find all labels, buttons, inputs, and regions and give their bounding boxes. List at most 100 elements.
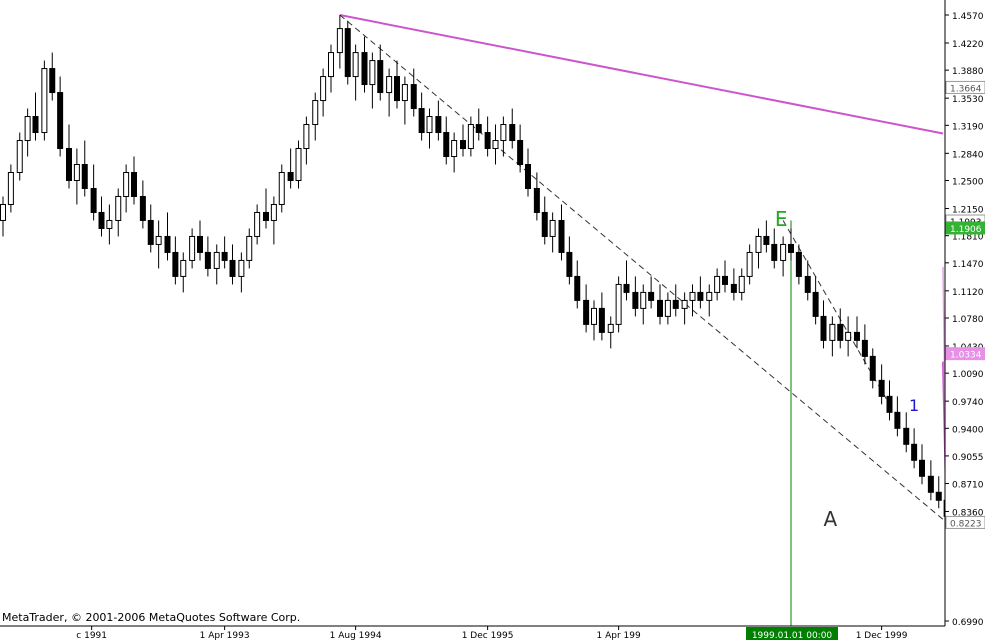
candles-layer [0, 15, 984, 523]
candle-body [361, 52, 368, 86]
candle [377, 44, 384, 101]
candle [656, 284, 663, 325]
time-tick-label: 1 Apr 199 [597, 631, 641, 641]
candle [7, 164, 14, 213]
candle [549, 212, 556, 253]
candle-body [492, 140, 499, 150]
candle [106, 204, 113, 245]
candle [204, 236, 211, 277]
candle-body [549, 219, 556, 237]
candle [98, 196, 105, 237]
candle-body [435, 116, 442, 134]
candle-body [65, 148, 72, 181]
candle-body [123, 171, 130, 197]
candle [706, 284, 713, 317]
candle-body [155, 235, 162, 245]
candle-body [598, 307, 605, 333]
candle-body [295, 148, 302, 181]
candle-body [714, 275, 721, 293]
candle-body [287, 171, 294, 181]
time-tick-label: c 1991 [76, 631, 107, 641]
candle-body [336, 28, 343, 54]
candle [615, 276, 622, 333]
candle [845, 316, 852, 357]
candle [57, 76, 64, 157]
candle-body [525, 164, 532, 189]
candle [180, 252, 187, 293]
candle-body [73, 164, 80, 181]
price-label: 0.8223 [950, 519, 982, 529]
candle-body [738, 275, 745, 293]
candle [426, 108, 433, 149]
candle [287, 148, 294, 189]
candle [147, 204, 154, 253]
candle-body [443, 132, 450, 158]
candle [829, 316, 836, 357]
price-tick-label: 1.3880 [952, 67, 984, 77]
candle-body [886, 395, 893, 413]
candle [640, 284, 647, 325]
time-tick-label: 1 Dec 1999 [856, 631, 908, 641]
candle-body [459, 140, 466, 150]
candle-body [213, 251, 220, 269]
candle [32, 92, 39, 141]
candle [164, 212, 171, 261]
candle-body [681, 299, 688, 309]
price-tick-label: 1.0090 [952, 370, 984, 380]
candle-body [607, 323, 614, 333]
candle [435, 100, 442, 141]
price-tick-label: 0.8710 [952, 480, 984, 490]
candle-body [164, 235, 171, 253]
candle-body [771, 243, 778, 261]
price-tick-label: 1.2150 [952, 205, 984, 215]
candle [361, 36, 368, 93]
candle [115, 188, 122, 237]
candle-body [197, 235, 203, 253]
candle-body [418, 108, 425, 134]
candle [853, 316, 860, 349]
candle-body [147, 219, 154, 245]
candle-body [98, 211, 105, 229]
candle-body [533, 187, 540, 213]
wave-label: E [775, 207, 788, 231]
candle-body [410, 84, 417, 110]
candle-body [623, 283, 630, 293]
candle [623, 260, 630, 301]
candle [927, 460, 934, 501]
price-label: 1.1906 [950, 225, 982, 235]
candle-body [484, 132, 491, 150]
candle-body [804, 275, 811, 293]
candle [328, 44, 335, 93]
candle [738, 268, 745, 301]
candle-body [41, 68, 48, 134]
candle-body [246, 235, 253, 261]
candle-body [911, 443, 918, 461]
candle-body [780, 243, 787, 261]
candle-body [262, 211, 269, 221]
candle [401, 76, 408, 125]
date-label: 1999.01.01 00:00 [752, 631, 833, 641]
candle [238, 252, 245, 293]
candle-body [746, 251, 753, 277]
candle [632, 276, 639, 317]
candle-body [829, 323, 836, 341]
candle [49, 52, 56, 101]
candle [681, 292, 688, 325]
candle [780, 236, 787, 277]
price-tick-label: 1.4220 [952, 40, 984, 50]
candle [189, 228, 196, 269]
candle [303, 116, 310, 165]
candle-body [664, 299, 671, 317]
candle-body [254, 211, 261, 237]
candle [369, 52, 376, 109]
price-tick-label: 0.6990 [952, 618, 984, 628]
candle [722, 260, 729, 293]
price-tick-label: 1.1470 [952, 260, 984, 270]
candle [344, 20, 351, 85]
candle-body [820, 315, 827, 341]
price-tick-label: 1.0780 [952, 315, 984, 325]
candle-body [566, 251, 573, 277]
candle-body [935, 491, 942, 501]
candle-body [90, 187, 97, 213]
price-label: 1.3664 [950, 84, 982, 94]
